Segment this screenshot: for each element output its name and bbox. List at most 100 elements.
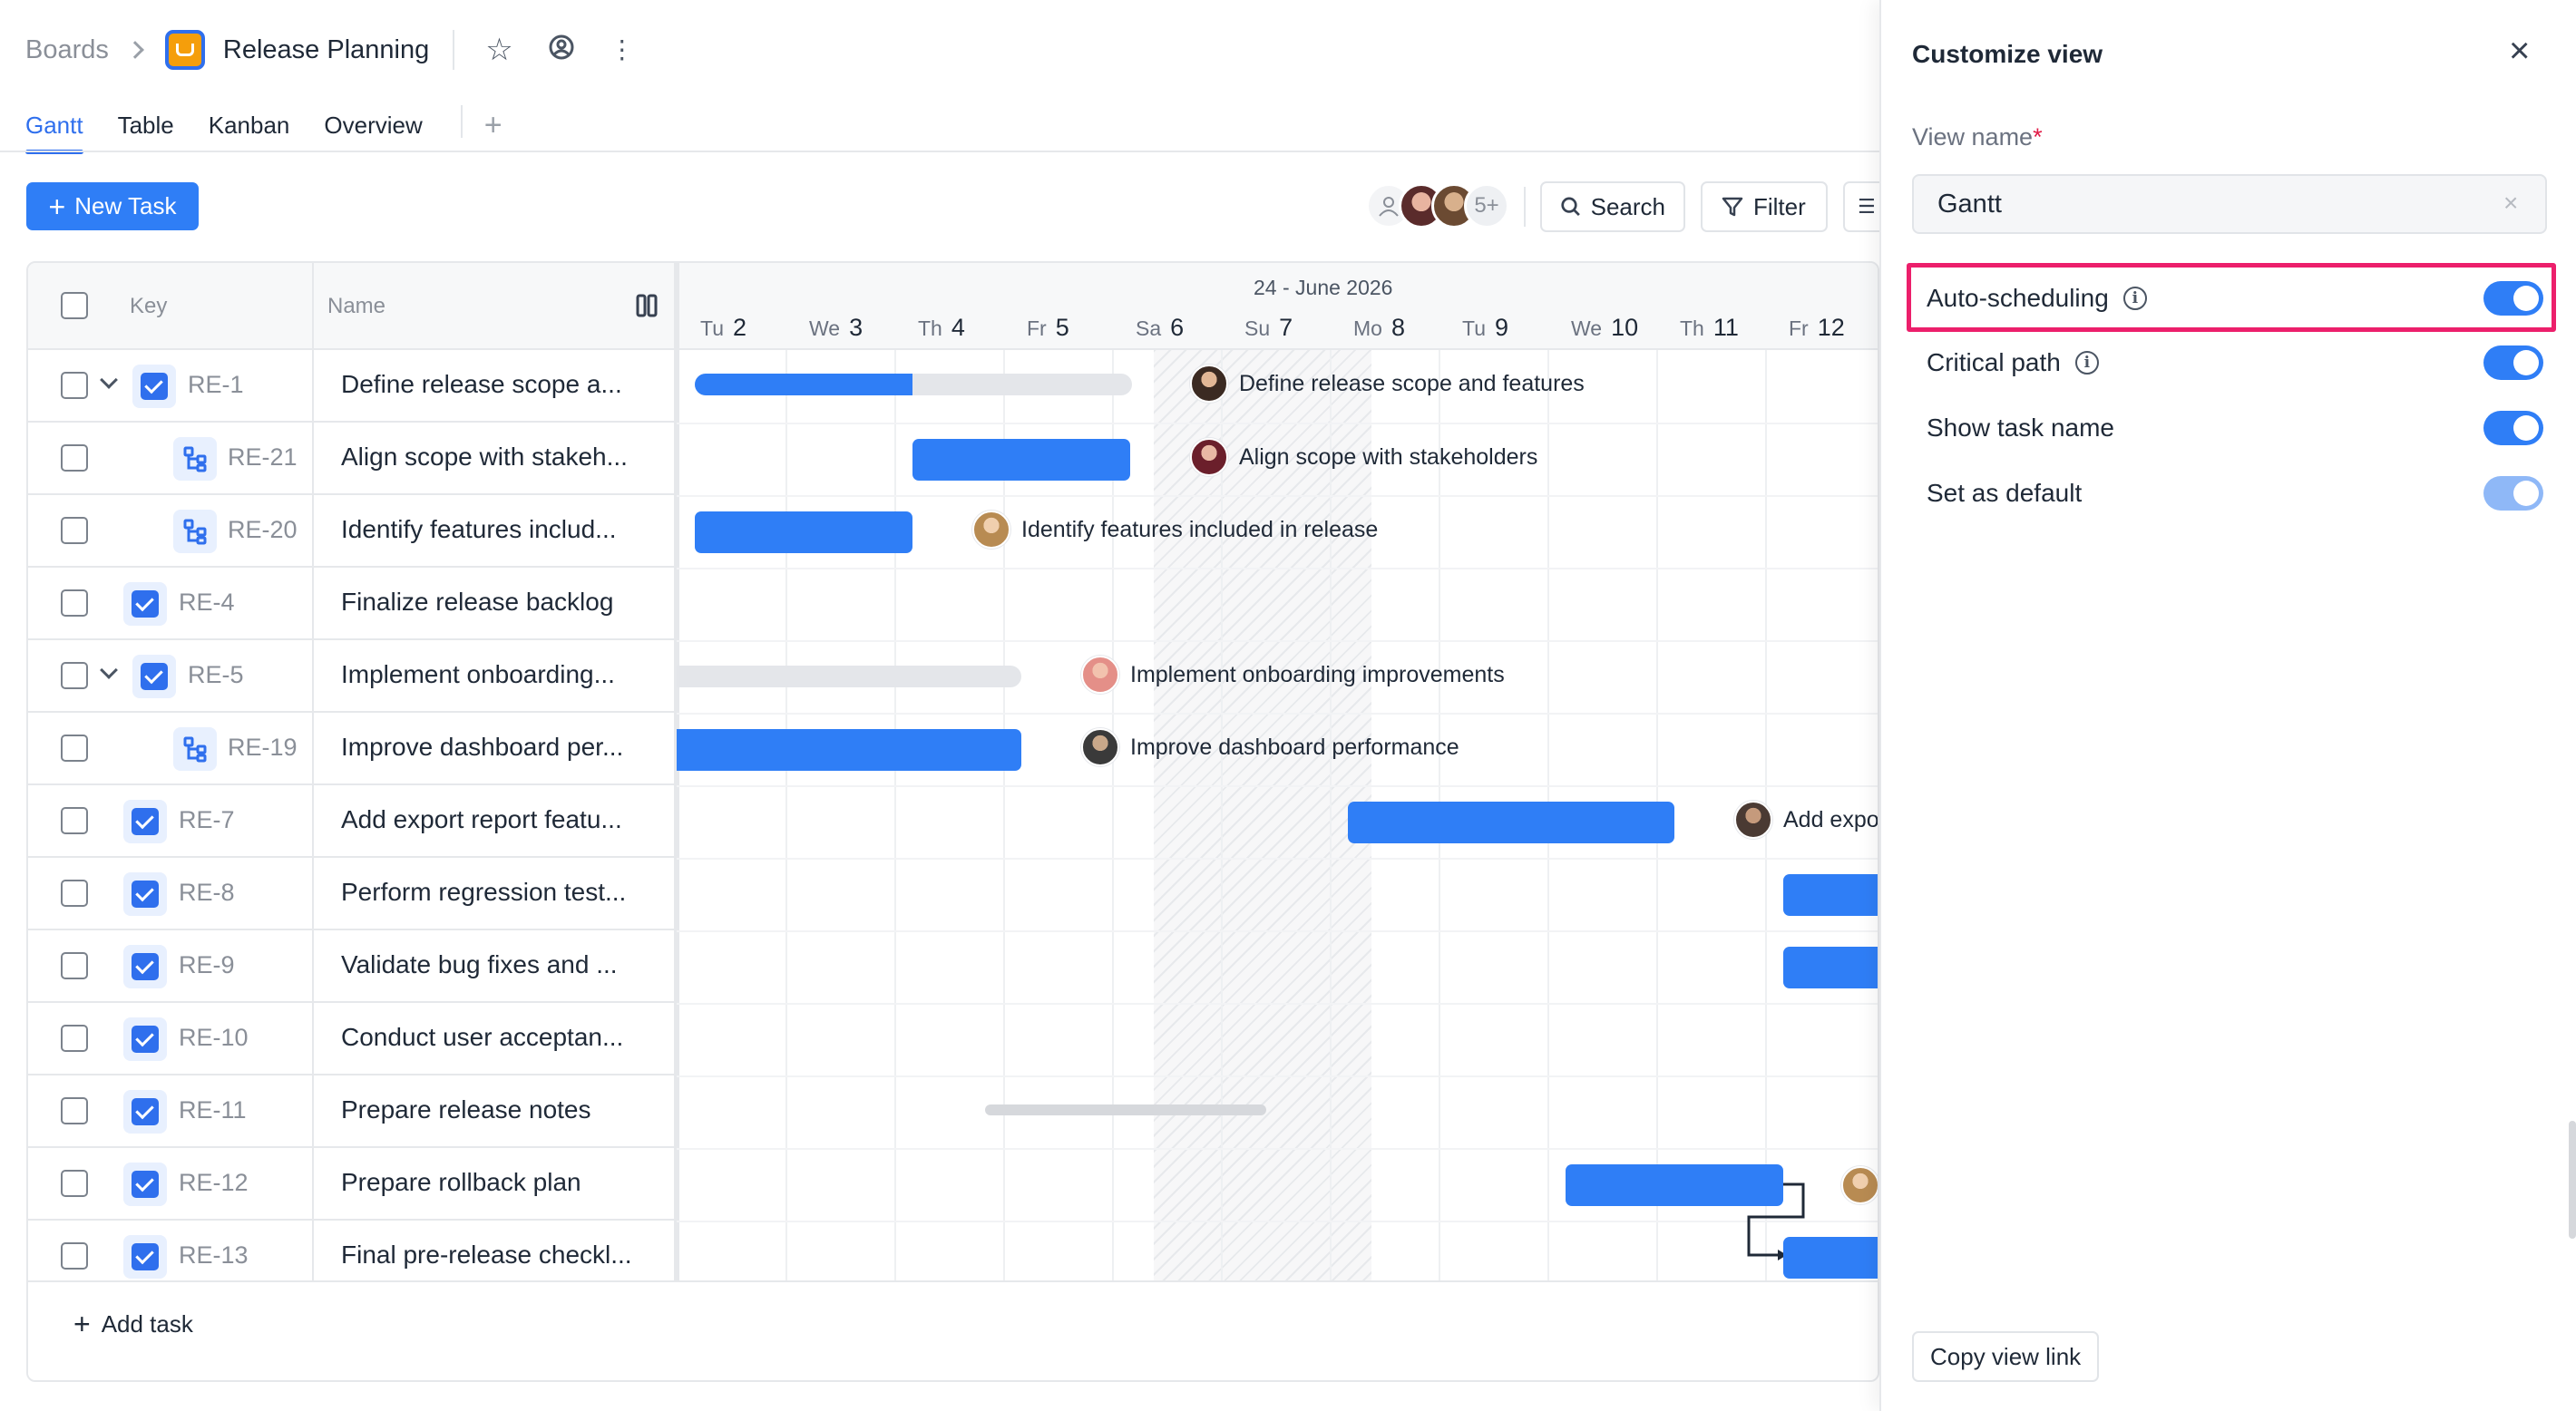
- task-name[interactable]: Add export report featu...: [341, 805, 622, 834]
- task-name[interactable]: Perform regression test...: [341, 878, 626, 907]
- task-key[interactable]: RE-4: [179, 589, 235, 617]
- close-icon[interactable]: ×: [2509, 33, 2530, 69]
- gantt-bar-re-1-progress[interactable]: [695, 374, 912, 395]
- table-row[interactable]: RE-1 Define release scope a...: [28, 350, 675, 423]
- row-checkbox[interactable]: [61, 735, 88, 762]
- task-key[interactable]: RE-12: [179, 1169, 249, 1197]
- timeline-row-line: [677, 1148, 1878, 1150]
- gantt-bar-re-5-track[interactable]: [677, 666, 1021, 687]
- table-row[interactable]: RE-12 Prepare rollback plan: [28, 1148, 675, 1221]
- option-set-as-default: Set as default: [1927, 471, 2543, 516]
- add-view-plus-icon[interactable]: +: [484, 108, 503, 154]
- avatars-more-badge[interactable]: 5+: [1464, 183, 1509, 229]
- tab-gantt[interactable]: Gantt: [25, 112, 83, 154]
- table-row[interactable]: RE-19 Improve dashboard per...: [28, 713, 675, 785]
- task-key[interactable]: RE-5: [188, 661, 244, 689]
- view-name-input[interactable]: [1912, 174, 2547, 234]
- more-vertical-icon[interactable]: ⋮: [610, 37, 635, 63]
- table-row[interactable]: RE-7 Add export report featu...: [28, 785, 675, 858]
- chevron-down-icon[interactable]: [100, 661, 118, 679]
- row-checkbox[interactable]: [61, 1242, 88, 1270]
- gantt-bar-re-8[interactable]: [1783, 874, 1878, 916]
- breadcrumb-boards-link[interactable]: Boards: [25, 35, 109, 65]
- task-name[interactable]: Final pre-release checkl...: [341, 1241, 632, 1270]
- table-row[interactable]: RE-21 Align scope with stakeh...: [28, 423, 675, 495]
- tab-table[interactable]: Table: [118, 112, 174, 154]
- row-checkbox[interactable]: [61, 589, 88, 617]
- critical-path-toggle[interactable]: [2483, 345, 2543, 380]
- table-row[interactable]: RE-11 Prepare release notes: [28, 1075, 675, 1148]
- task-key[interactable]: RE-21: [228, 443, 298, 472]
- task-name[interactable]: Finalize release backlog: [341, 588, 613, 617]
- task-key[interactable]: RE-9: [179, 951, 235, 979]
- filter-button[interactable]: Filter: [1701, 181, 1828, 232]
- star-icon[interactable]: ☆: [485, 34, 512, 65]
- row-checkbox[interactable]: [61, 662, 88, 689]
- column-header-name[interactable]: Name: [327, 294, 385, 319]
- table-row[interactable]: RE-10 Conduct user acceptan...: [28, 1003, 675, 1075]
- panel-scrollbar[interactable]: [2569, 1121, 2576, 1239]
- gantt-bar-re-21[interactable]: [912, 439, 1130, 481]
- row-checkbox[interactable]: [61, 880, 88, 907]
- checkbox-task-icon: [132, 808, 159, 835]
- copy-view-link-button[interactable]: Copy view link: [1912, 1331, 2100, 1382]
- info-icon[interactable]: i: [2074, 351, 2099, 375]
- timeline-day: Fr 5: [1027, 314, 1069, 341]
- gantt-bar-re-20[interactable]: [695, 511, 912, 553]
- row-checkbox[interactable]: [61, 807, 88, 834]
- row-checkbox[interactable]: [61, 952, 88, 979]
- task-name[interactable]: Implement onboarding...: [341, 660, 615, 689]
- task-key[interactable]: RE-19: [228, 734, 298, 762]
- task-name[interactable]: Prepare release notes: [341, 1095, 591, 1124]
- add-task-label: Add task: [101, 1309, 193, 1338]
- task-name[interactable]: Conduct user acceptan...: [341, 1023, 623, 1052]
- row-checkbox[interactable]: [61, 517, 88, 544]
- task-name[interactable]: Improve dashboard per...: [341, 733, 623, 762]
- columns-icon[interactable]: [636, 294, 658, 322]
- task-key[interactable]: RE-13: [179, 1241, 249, 1270]
- row-checkbox[interactable]: [61, 372, 88, 399]
- tab-kanban[interactable]: Kanban: [209, 112, 290, 154]
- table-row[interactable]: RE-20 Identify features includ...: [28, 495, 675, 568]
- gantt-bar-re-19[interactable]: [677, 729, 1021, 771]
- tab-overview[interactable]: Overview: [324, 112, 422, 154]
- member-avatars[interactable]: 5+: [1366, 183, 1509, 229]
- set-as-default-toggle[interactable]: [2483, 476, 2543, 511]
- horizontal-scrollbar[interactable]: [985, 1104, 1266, 1115]
- task-name[interactable]: Prepare rollback plan: [341, 1168, 581, 1197]
- task-key[interactable]: RE-8: [179, 879, 235, 907]
- column-header-key[interactable]: Key: [130, 294, 167, 319]
- gantt-bar-re-9[interactable]: [1783, 947, 1878, 988]
- show-task-name-toggle[interactable]: [2483, 411, 2543, 445]
- search-button[interactable]: Search: [1540, 181, 1685, 232]
- row-checkbox[interactable]: [61, 1025, 88, 1052]
- timeline-row-line: [677, 423, 1878, 424]
- toolbar-divider: [1524, 187, 1526, 227]
- task-key[interactable]: RE-1: [188, 371, 244, 399]
- add-task-button[interactable]: + Add task: [73, 1309, 193, 1338]
- gantt-bar-re-7[interactable]: [1348, 802, 1674, 843]
- row-checkbox[interactable]: [61, 444, 88, 472]
- new-task-button[interactable]: + New Task: [26, 182, 199, 230]
- task-name[interactable]: Align scope with stakeh...: [341, 443, 628, 472]
- chevron-down-icon[interactable]: [100, 371, 118, 389]
- task-key[interactable]: RE-11: [179, 1096, 247, 1124]
- table-row[interactable]: RE-5 Implement onboarding...: [28, 640, 675, 713]
- gantt-bar-re-13[interactable]: [1783, 1237, 1878, 1279]
- select-all-checkbox[interactable]: [61, 292, 88, 319]
- watch-icon[interactable]: [548, 34, 575, 66]
- table-row[interactable]: RE-8 Perform regression test...: [28, 858, 675, 930]
- clear-input-icon[interactable]: ×: [2503, 189, 2518, 218]
- day-gridline: [1112, 350, 1114, 1280]
- task-key[interactable]: RE-20: [228, 516, 298, 544]
- timeline-day: Fr 12: [1789, 314, 1845, 341]
- task-name[interactable]: Define release scope a...: [341, 370, 622, 399]
- row-checkbox[interactable]: [61, 1097, 88, 1124]
- task-key[interactable]: RE-7: [179, 806, 235, 834]
- task-key[interactable]: RE-10: [179, 1024, 249, 1052]
- table-row[interactable]: RE-4 Finalize release backlog: [28, 568, 675, 640]
- task-name[interactable]: Validate bug fixes and ...: [341, 950, 618, 979]
- task-name[interactable]: Identify features includ...: [341, 515, 617, 544]
- row-checkbox[interactable]: [61, 1170, 88, 1197]
- table-row[interactable]: RE-9 Validate bug fixes and ...: [28, 930, 675, 1003]
